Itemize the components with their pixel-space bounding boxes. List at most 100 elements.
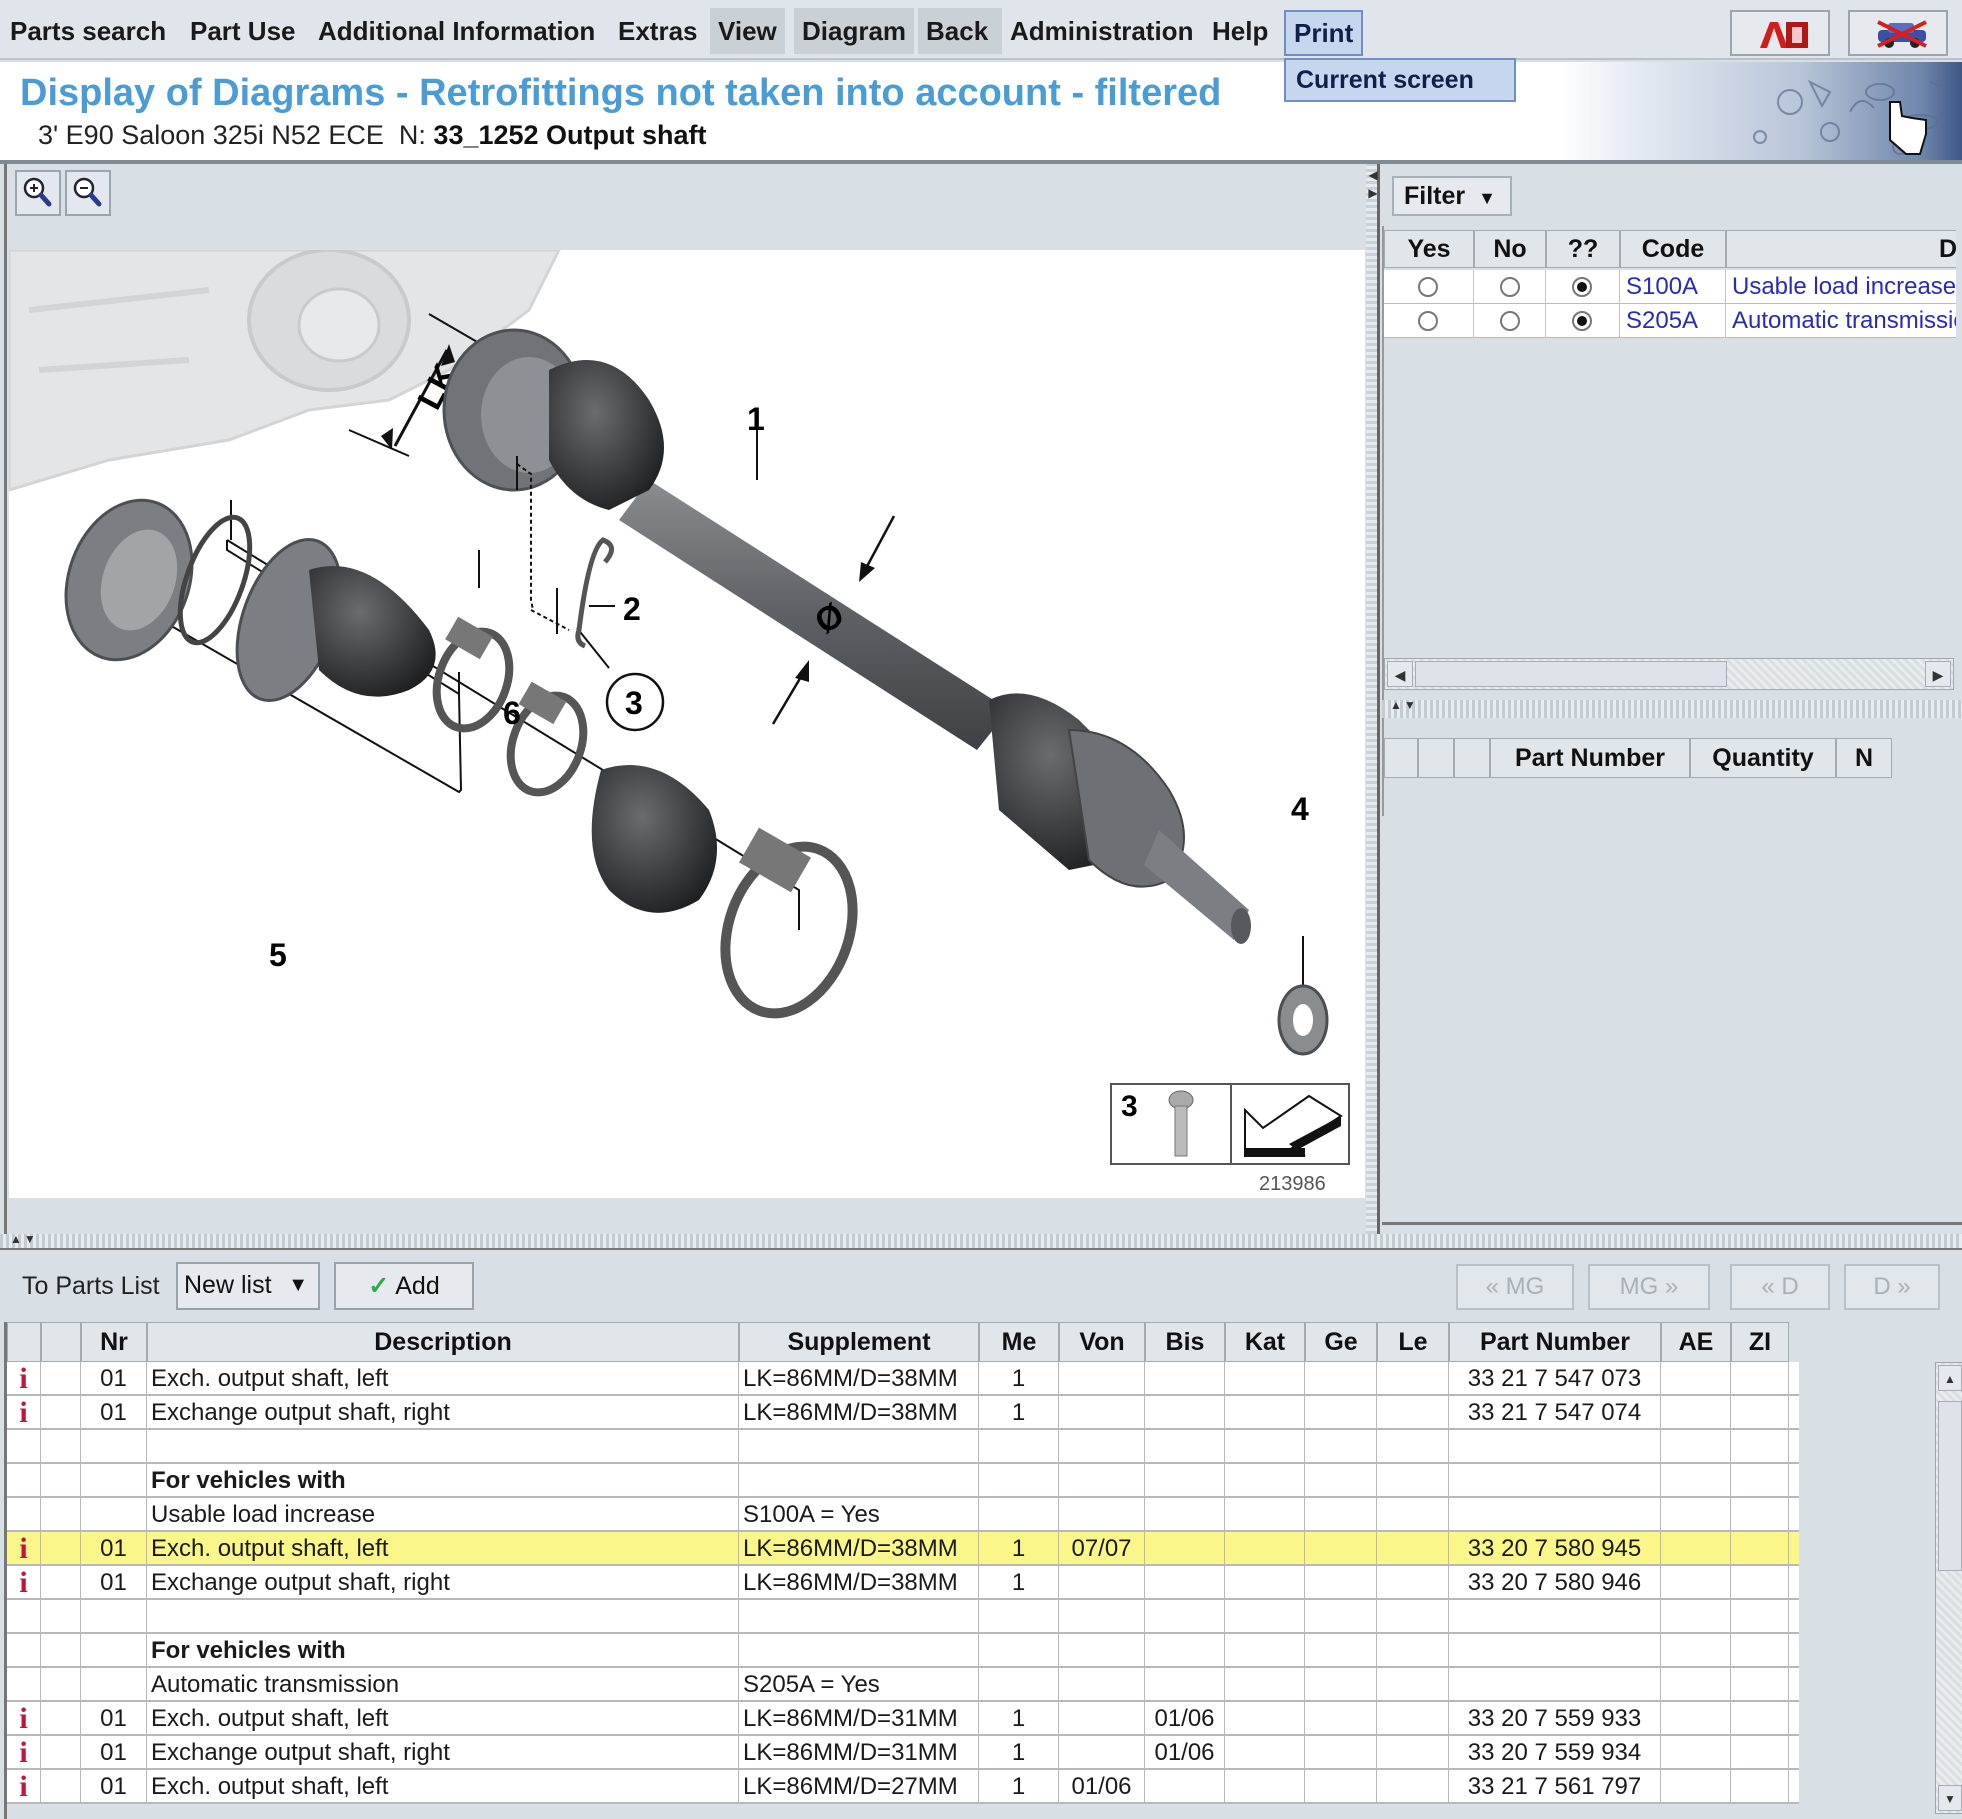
info-icon[interactable]: i: [7, 1396, 41, 1430]
exploded-parts-diagram[interactable]: LK Ø 1 2 3 4 5 6 3 213986: [9, 250, 1365, 1198]
col-von[interactable]: Von: [1059, 1322, 1145, 1362]
print-current-screen[interactable]: Current screen: [1296, 66, 1474, 95]
scrollbar-thumb[interactable]: [1938, 1401, 1962, 1571]
cell-ae: [1661, 1532, 1731, 1566]
vertical-splitter[interactable]: [1366, 164, 1380, 1234]
col-unknown[interactable]: ??: [1546, 230, 1620, 268]
col-zi[interactable]: ZI: [1731, 1322, 1789, 1362]
menu-help[interactable]: Help: [1204, 8, 1276, 54]
filter-description-link[interactable]: Automatic transmission: [1726, 304, 1956, 338]
to-parts-list-label: To Parts List: [22, 1272, 160, 1300]
menu-additional-information[interactable]: Additional Information: [310, 8, 603, 54]
next-mg-button[interactable]: MG »: [1588, 1264, 1710, 1310]
add-button[interactable]: ✓ Add: [334, 1262, 474, 1310]
table-row[interactable]: [7, 1430, 1799, 1464]
col-supplement[interactable]: Supplement: [739, 1322, 979, 1362]
table-row-selected[interactable]: i 01 Exch. output shaft, left LK=86MM/D=38M…: [7, 1532, 1799, 1566]
col-part-number[interactable]: Part Number: [1449, 1322, 1661, 1362]
table-row[interactable]: i 01 Exch. output shaft, left LK=86MM/D=31M…: [7, 1702, 1799, 1736]
info-icon[interactable]: i: [7, 1566, 41, 1600]
scroll-left-arrow-icon[interactable]: ◀: [1387, 661, 1413, 687]
filter-dropdown-button[interactable]: Filter ▼: [1392, 176, 1512, 216]
menu-part-use[interactable]: Part Use: [182, 8, 304, 54]
col-le[interactable]: Le: [1377, 1322, 1449, 1362]
zoom-in-button[interactable]: [15, 170, 61, 216]
filter-horizontal-scrollbar[interactable]: ◀ ▶: [1384, 658, 1954, 690]
next-d-button[interactable]: D »: [1844, 1264, 1940, 1310]
col-flag[interactable]: [41, 1322, 81, 1362]
info-icon[interactable]: i: [7, 1362, 41, 1396]
cell-supplement: LK=86MM/D=31MM: [739, 1736, 979, 1770]
table-row[interactable]: i 01 Exchange output shaft, right LK=86MM/D…: [7, 1396, 1799, 1430]
radio-yes[interactable]: [1418, 277, 1438, 297]
col-description[interactable]: Description: [147, 1322, 739, 1362]
parts-table-vertical-scrollbar[interactable]: ▲ ▼: [1935, 1362, 1962, 1814]
radio-no[interactable]: [1500, 311, 1520, 331]
cell-part-number: [1449, 1634, 1661, 1668]
col-description[interactable]: D: [1726, 230, 1956, 268]
pl-col-n[interactable]: N: [1836, 738, 1892, 778]
splitter-arrows-icon[interactable]: ▲▼: [10, 1232, 38, 1246]
menu-diagram[interactable]: Diagram: [794, 8, 915, 54]
filter-code-link[interactable]: S100A: [1620, 270, 1726, 304]
scroll-up-arrow-icon[interactable]: ▲: [1938, 1365, 1962, 1391]
menu-back[interactable]: Back: [918, 8, 1003, 54]
info-icon[interactable]: i: [7, 1702, 41, 1736]
info-icon[interactable]: i: [7, 1736, 41, 1770]
col-no[interactable]: No: [1474, 230, 1546, 268]
table-row[interactable]: i 01 Exchange output shaft, right LK=86MM/D…: [7, 1736, 1799, 1770]
cell-bis: [1145, 1532, 1225, 1566]
filter-code-link[interactable]: S205A: [1620, 304, 1726, 338]
cell-ge: [1305, 1702, 1377, 1736]
cell-supplement: [739, 1430, 979, 1464]
scroll-right-arrow-icon[interactable]: ▶: [1925, 661, 1951, 687]
bottom-splitter[interactable]: ▲▼: [0, 1232, 1962, 1250]
prev-d-button[interactable]: « D: [1730, 1264, 1830, 1310]
splitter-collapse-arrows[interactable]: ◀ ▶: [1366, 166, 1380, 206]
table-row[interactable]: [7, 1600, 1799, 1634]
scrollbar-thumb[interactable]: [1415, 661, 1727, 687]
radio-unknown[interactable]: [1572, 311, 1592, 331]
splitter-arrows-icon[interactable]: ▲▼: [1390, 698, 1418, 712]
table-row[interactable]: i 01 Exchange output shaft, right LK=86MM/D…: [7, 1566, 1799, 1600]
col-info[interactable]: [7, 1322, 41, 1362]
horizontal-splitter[interactable]: ▲▼: [1382, 698, 1962, 718]
pl-col-part-number[interactable]: Part Number: [1490, 738, 1690, 778]
vehicle-button[interactable]: [1848, 10, 1948, 56]
col-code[interactable]: Code: [1620, 230, 1726, 268]
col-kat[interactable]: Kat: [1225, 1322, 1305, 1362]
radio-yes[interactable]: [1418, 311, 1438, 331]
cell-von: [1059, 1566, 1145, 1600]
col-bis[interactable]: Bis: [1145, 1322, 1225, 1362]
col-yes[interactable]: Yes: [1384, 230, 1474, 268]
zoom-out-button[interactable]: [65, 170, 111, 216]
table-row[interactable]: For vehicles with: [7, 1464, 1799, 1498]
menu-administration[interactable]: Administration: [1002, 8, 1201, 54]
menu-view[interactable]: View: [710, 8, 785, 54]
table-row[interactable]: Automatic transmission S205A = Yes: [7, 1668, 1799, 1702]
col-me[interactable]: Me: [979, 1322, 1059, 1362]
col-nr[interactable]: Nr: [81, 1322, 147, 1362]
cell-bis: [1145, 1668, 1225, 1702]
menu-parts-search[interactable]: Parts search: [2, 8, 174, 54]
table-row[interactable]: For vehicles with: [7, 1634, 1799, 1668]
col-ae[interactable]: AE: [1661, 1322, 1731, 1362]
radio-no[interactable]: [1500, 277, 1520, 297]
info-icon[interactable]: i: [7, 1532, 41, 1566]
parts-list-select[interactable]: New list ▼: [176, 1262, 320, 1310]
language-button[interactable]: [1730, 10, 1830, 56]
filter-description-link[interactable]: Usable load increase: [1726, 270, 1956, 304]
radio-unknown[interactable]: [1572, 277, 1592, 297]
pl-col-quantity[interactable]: Quantity: [1690, 738, 1836, 778]
prev-mg-button[interactable]: « MG: [1456, 1264, 1574, 1310]
menu-extras[interactable]: Extras: [610, 8, 706, 54]
table-row[interactable]: Usable load increase S100A = Yes: [7, 1498, 1799, 1532]
menu-print[interactable]: Print: [1284, 10, 1364, 56]
info-icon[interactable]: i: [7, 1770, 41, 1804]
scroll-down-arrow-icon[interactable]: ▼: [1938, 1785, 1962, 1811]
add-label: Add: [395, 1272, 440, 1300]
table-row[interactable]: i 01 Exch. output shaft, left LK=86MM/D=27M…: [7, 1770, 1799, 1804]
col-ge[interactable]: Ge: [1305, 1322, 1377, 1362]
table-row[interactable]: i 01 Exch. output shaft, left LK=86MM/D=38M…: [7, 1362, 1799, 1396]
pl-col-empty-3: [1454, 738, 1490, 778]
